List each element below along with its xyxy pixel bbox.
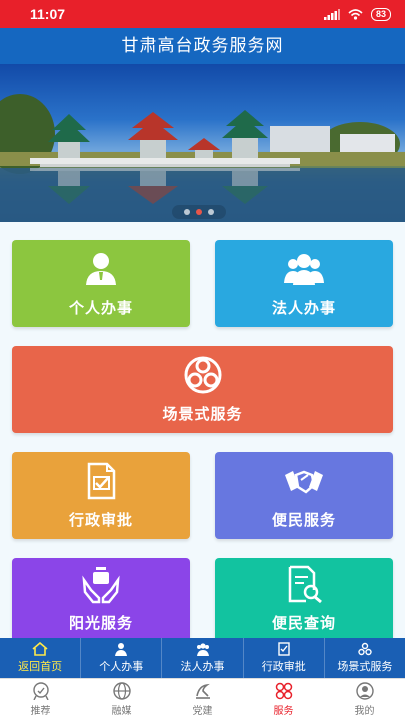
- status-time: 11:07: [30, 6, 66, 22]
- battery-icon: 83: [370, 7, 391, 21]
- quick-nav-legal[interactable]: 法人办事: [162, 638, 244, 678]
- tile-admin[interactable]: 行政审批: [12, 452, 190, 539]
- grid-icon: [275, 682, 292, 700]
- person-icon: [86, 253, 116, 285]
- quick-nav-personal-label: 个人办事: [99, 661, 144, 673]
- status-bar: 11:07 83: [0, 0, 405, 28]
- tile-scene[interactable]: 场景式服务: [12, 346, 393, 433]
- group-icon: [196, 643, 209, 656]
- tab-media-label: 融媒: [111, 706, 132, 717]
- carousel-dot[interactable]: [184, 209, 190, 215]
- carousel-indicator[interactable]: [172, 205, 226, 219]
- tile-query[interactable]: 便民查询: [215, 558, 393, 638]
- tile-scene-label: 场景式服务: [162, 406, 243, 423]
- party-emblem-icon: [195, 683, 210, 699]
- tile-legal-label: 法人办事: [271, 300, 336, 317]
- pavilion-lake-scene: [0, 94, 405, 222]
- user-icon: [355, 682, 374, 700]
- tab-media[interactable]: 融媒: [81, 679, 162, 720]
- signal-icon: [323, 8, 340, 20]
- document-search-icon: [288, 565, 322, 603]
- status-icons: 83: [323, 7, 391, 21]
- bottom-tab-bar: 推荐 融媒 党建 服务 我的: [0, 678, 405, 720]
- tile-admin-label: 行政审批: [68, 512, 133, 529]
- quick-nav-bar: 返回首页 个人办事 法人办事 行政审批 场景式服务: [0, 638, 405, 678]
- tab-service-label: 服务: [273, 706, 294, 717]
- tab-mine[interactable]: 我的: [324, 679, 405, 720]
- tile-personal[interactable]: 个人办事: [12, 240, 190, 327]
- quick-nav-legal-label: 法人办事: [180, 661, 225, 673]
- tile-convenience-label: 便民服务: [271, 512, 336, 529]
- group-icon: [284, 254, 324, 285]
- document-check-icon: [278, 642, 290, 656]
- page-title: 甘肃高台政务服务网: [121, 36, 284, 55]
- handshake-icon: [285, 470, 323, 494]
- home-icon: [32, 642, 48, 656]
- quick-nav-scene-label: 场景式服务: [337, 661, 393, 673]
- tab-mine-label: 我的: [354, 706, 375, 717]
- globe-icon: [112, 682, 131, 700]
- document-check-icon: [87, 462, 116, 500]
- wifi-icon: [348, 8, 363, 20]
- tab-service[interactable]: 服务: [243, 679, 324, 720]
- person-icon: [115, 643, 128, 656]
- tile-legal[interactable]: 法人办事: [215, 240, 393, 327]
- quick-nav-home[interactable]: 返回首页: [0, 638, 82, 678]
- tab-party-label: 党建: [192, 706, 213, 717]
- banner-image[interactable]: [0, 64, 405, 222]
- carousel-dot[interactable]: [208, 209, 214, 215]
- tile-personal-label: 个人办事: [68, 300, 133, 317]
- tile-query-label: 便民查询: [271, 614, 336, 632]
- quick-nav-admin[interactable]: 行政审批: [244, 638, 325, 678]
- tile-sunshine-label: 阳光服务: [68, 614, 133, 632]
- quick-nav-home-label: 返回首页: [18, 661, 63, 673]
- tile-convenience[interactable]: 便民服务: [215, 452, 393, 539]
- quick-nav-scene[interactable]: 场景式服务: [325, 638, 405, 678]
- tab-recommend[interactable]: 推荐: [0, 679, 81, 720]
- quick-nav-admin-label: 行政审批: [261, 661, 306, 673]
- quick-nav-personal[interactable]: 个人办事: [81, 638, 163, 678]
- scene-icon: [184, 356, 221, 394]
- tab-recommend-label: 推荐: [30, 706, 51, 717]
- tile-sunshine[interactable]: 阳光服务: [12, 558, 190, 638]
- carousel-dot-active[interactable]: [196, 209, 202, 215]
- app-header: 甘肃高台政务服务网: [0, 28, 405, 64]
- hands-icon: [82, 566, 120, 603]
- scene-icon: [358, 642, 372, 656]
- tab-party[interactable]: 党建: [162, 679, 243, 720]
- recommend-icon: [32, 682, 49, 700]
